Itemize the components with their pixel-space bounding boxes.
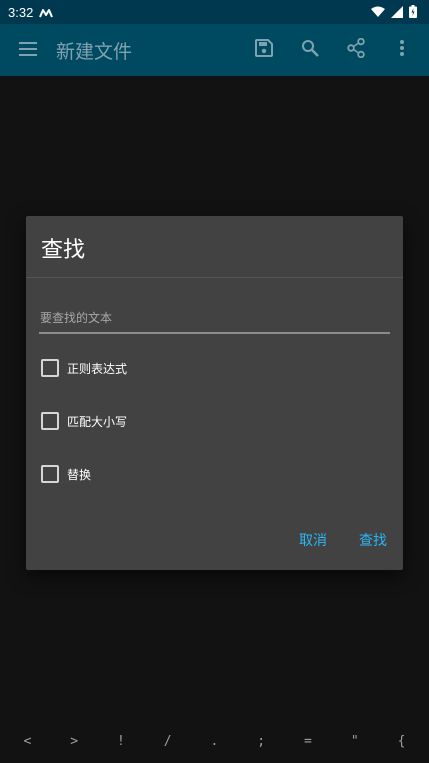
save-button[interactable] [241,24,287,76]
symbol-key[interactable]: < [8,734,46,749]
search-button[interactable] [287,24,333,76]
option-regex[interactable]: 正则表达式 [41,357,127,379]
symbol-key[interactable]: " [336,734,374,749]
save-icon [255,39,273,61]
hamburger-menu-button[interactable] [0,24,56,76]
replace-checkbox[interactable] [41,465,59,483]
wifi-icon [371,3,385,22]
more-options-button[interactable] [379,24,425,76]
search-icon [301,39,319,61]
app-actions [241,24,425,76]
symbol-key[interactable]: > [55,734,93,749]
share-button[interactable] [333,24,379,76]
cancel-button[interactable]: 取消 [283,530,343,550]
app-bar: 新建文件 [0,24,429,76]
option-label: 正则表达式 [67,361,128,376]
find-dialog: 查找 正则表达式 匹配大小写 替换 取消 查找 [26,216,403,570]
symbol-key[interactable]: ; [242,734,280,749]
search-field [39,304,390,334]
option-match-case[interactable]: 匹配大小写 [41,410,127,432]
dialog-divider [26,277,403,278]
symbol-key[interactable]: / [149,734,187,749]
symbol-bar: < > ! / . ; = " { [0,720,429,763]
option-label: 替换 [67,467,92,482]
m-logo-icon [39,3,54,22]
symbol-key[interactable]: ! [102,734,140,749]
symbol-key[interactable]: . [195,734,233,749]
find-button[interactable]: 查找 [343,530,403,550]
app-title: 新建文件 [56,40,133,63]
status-left: 3:32 [8,3,54,22]
signal-icon [391,3,403,22]
option-label: 匹配大小写 [67,414,128,429]
more-vert-icon [400,40,404,60]
status-right [371,3,417,22]
status-time: 3:32 [8,4,34,20]
option-replace[interactable]: 替换 [41,463,91,485]
battery-icon [409,3,417,22]
search-underline [39,332,390,334]
share-icon [347,37,365,62]
match-case-checkbox[interactable] [41,412,59,430]
symbol-key[interactable]: = [289,734,327,749]
hamburger-menu-icon [19,41,37,60]
status-bar: 3:32 [0,0,429,24]
regex-checkbox[interactable] [41,359,59,377]
search-input[interactable] [39,304,390,332]
dialog-actions: 取消 查找 [283,528,403,552]
dialog-title: 查找 [41,238,86,263]
symbol-key[interactable]: { [383,734,421,749]
